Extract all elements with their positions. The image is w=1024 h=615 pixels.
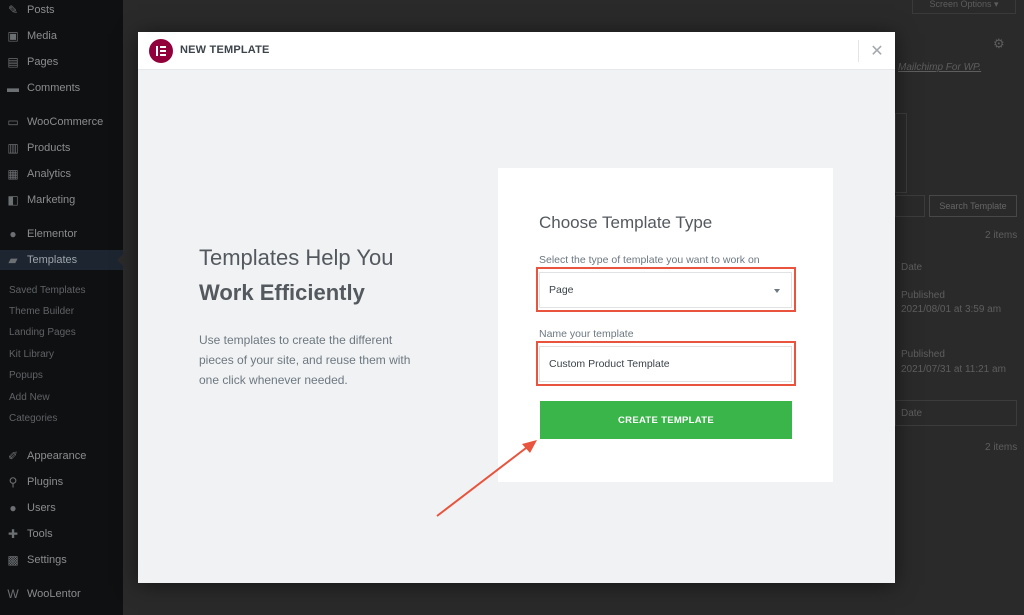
wp-menu-woocommerce[interactable]: ▭ WooCommerce (6, 112, 103, 132)
wp-menu-label: Comments (27, 82, 81, 94)
elementor-logo-icon (149, 39, 173, 63)
appearance-icon: ✐ (7, 449, 19, 463)
highlight-box-name (536, 341, 796, 386)
create-template-button[interactable]: CREATE TEMPLATE (540, 401, 792, 439)
row-status: Published (901, 290, 945, 301)
wp-menu-elementor[interactable]: ● Elementor (6, 224, 77, 244)
row-date: 2021/08/01 at 3:59 am (901, 304, 1002, 315)
wp-admin-sidebar: ✎ Posts ▣ Media ▤ Pages ▬ Comments ▭ WooComme… (0, 0, 123, 615)
bg-panel (895, 113, 907, 193)
wp-menu-comments[interactable]: ▬ Comments (6, 78, 80, 98)
wp-menu-label: Plugins (27, 476, 64, 488)
products-icon: ▥ (7, 141, 19, 155)
row-date: 2021/07/31 at 11:21 am (901, 364, 1006, 375)
items-count: 2 items (985, 230, 1018, 241)
wp-menu-label: WooLentor (27, 588, 81, 600)
wp-menu-settings[interactable]: ▩ Settings (6, 550, 67, 570)
wp-menu-label: Users (27, 502, 56, 514)
column-header-date[interactable]: Date (901, 262, 922, 273)
folder-icon: ▰ (8, 253, 18, 267)
header-divider (858, 40, 859, 62)
wp-menu-label: Templates (27, 254, 78, 266)
wp-submenu-theme-builder[interactable]: Theme Builder (9, 306, 74, 317)
plugins-icon: ⚲ (8, 475, 18, 489)
wp-menu-products[interactable]: ▥ Products (6, 138, 70, 158)
template-form: Choose Template Type Select the type of … (498, 168, 833, 482)
wp-menu-label: Settings (27, 554, 67, 566)
elementor-icon: ● (9, 227, 17, 241)
tools-icon: ✚ (7, 527, 19, 541)
media-icon: ▣ (7, 29, 19, 43)
search-input[interactable] (895, 195, 925, 217)
modal-header: NEW TEMPLATE ✕ (138, 32, 895, 70)
wp-menu-users[interactable]: ● Users (6, 498, 56, 518)
wp-menu-plugins[interactable]: ⚲ Plugins (6, 472, 63, 492)
wp-submenu-saved-templates[interactable]: Saved Templates (9, 285, 86, 296)
wp-menu-media[interactable]: ▣ Media (6, 26, 57, 46)
wp-menu-label: Tools (27, 528, 53, 540)
wp-submenu-add-new[interactable]: Add New (9, 392, 50, 403)
wp-menu-analytics[interactable]: ▦ Analytics (6, 164, 71, 184)
settings-icon: ▩ (7, 553, 19, 567)
wp-menu-marketing[interactable]: ◧ Marketing (6, 190, 75, 210)
new-template-modal: NEW TEMPLATE ✕ Templates Help You Work E… (138, 32, 895, 583)
woolentor-icon: W (7, 587, 19, 601)
analytics-icon: ▦ (7, 167, 19, 181)
settings-gear-icon[interactable]: ⚙ (993, 36, 1005, 52)
wp-menu-tools[interactable]: ✚ Tools (6, 524, 53, 544)
wp-menu-posts[interactable]: ✎ Posts (6, 0, 55, 20)
wp-menu-label: Products (27, 142, 71, 154)
items-count: 2 items (985, 442, 1018, 453)
column-footer-date[interactable]: Date (901, 408, 922, 419)
intro-description: Use templates to create the different pi… (199, 333, 411, 387)
wp-menu-label: Posts (27, 4, 55, 16)
intro-title-line2: Work Efficiently (199, 280, 365, 305)
comments-icon: ▬ (7, 81, 19, 95)
row-status: Published (901, 349, 945, 360)
wp-menu-label: Elementor (27, 228, 78, 240)
search-template-button[interactable]: Search Template (929, 195, 1017, 217)
wp-menu-woolentor[interactable]: W WooLentor (6, 584, 81, 604)
users-icon: ● (9, 501, 17, 515)
wp-menu-label: WooCommerce (27, 116, 104, 128)
intro-title-line1: Templates Help You (199, 245, 394, 270)
woocommerce-icon: ▭ (7, 115, 19, 129)
screen-options-button[interactable]: Screen Options ▾ (912, 0, 1016, 14)
wp-menu-label: Analytics (27, 168, 72, 180)
wp-submenu-categories[interactable]: Categories (9, 413, 57, 424)
wp-menu-templates[interactable]: ▰ Templates (0, 250, 123, 270)
wp-menu-label: Media (27, 30, 57, 42)
modal-title: NEW TEMPLATE (180, 44, 270, 56)
close-icon[interactable]: ✕ (867, 41, 887, 61)
wp-menu-label: Marketing (27, 194, 76, 206)
pages-icon: ▤ (7, 55, 19, 69)
wp-submenu-kit-library[interactable]: Kit Library (9, 349, 54, 360)
wp-menu-label: Appearance (27, 450, 87, 462)
wp-submenu-landing-pages[interactable]: Landing Pages (9, 327, 76, 338)
form-title: Choose Template Type (539, 213, 713, 232)
wp-menu-pages[interactable]: ▤ Pages (6, 52, 58, 72)
template-type-label: Select the type of template you want to … (539, 254, 760, 266)
marketing-icon: ◧ (7, 193, 19, 207)
highlight-box-type (536, 267, 796, 312)
template-name-label: Name your template (539, 328, 634, 340)
pin-icon: ✎ (7, 3, 19, 17)
wp-menu-label: Pages (27, 56, 59, 68)
wp-menu-appearance[interactable]: ✐ Appearance (6, 446, 86, 466)
plugin-notice-link[interactable]: Mailchimp For WP. (898, 62, 981, 73)
wp-submenu-popups[interactable]: Popups (9, 370, 43, 381)
